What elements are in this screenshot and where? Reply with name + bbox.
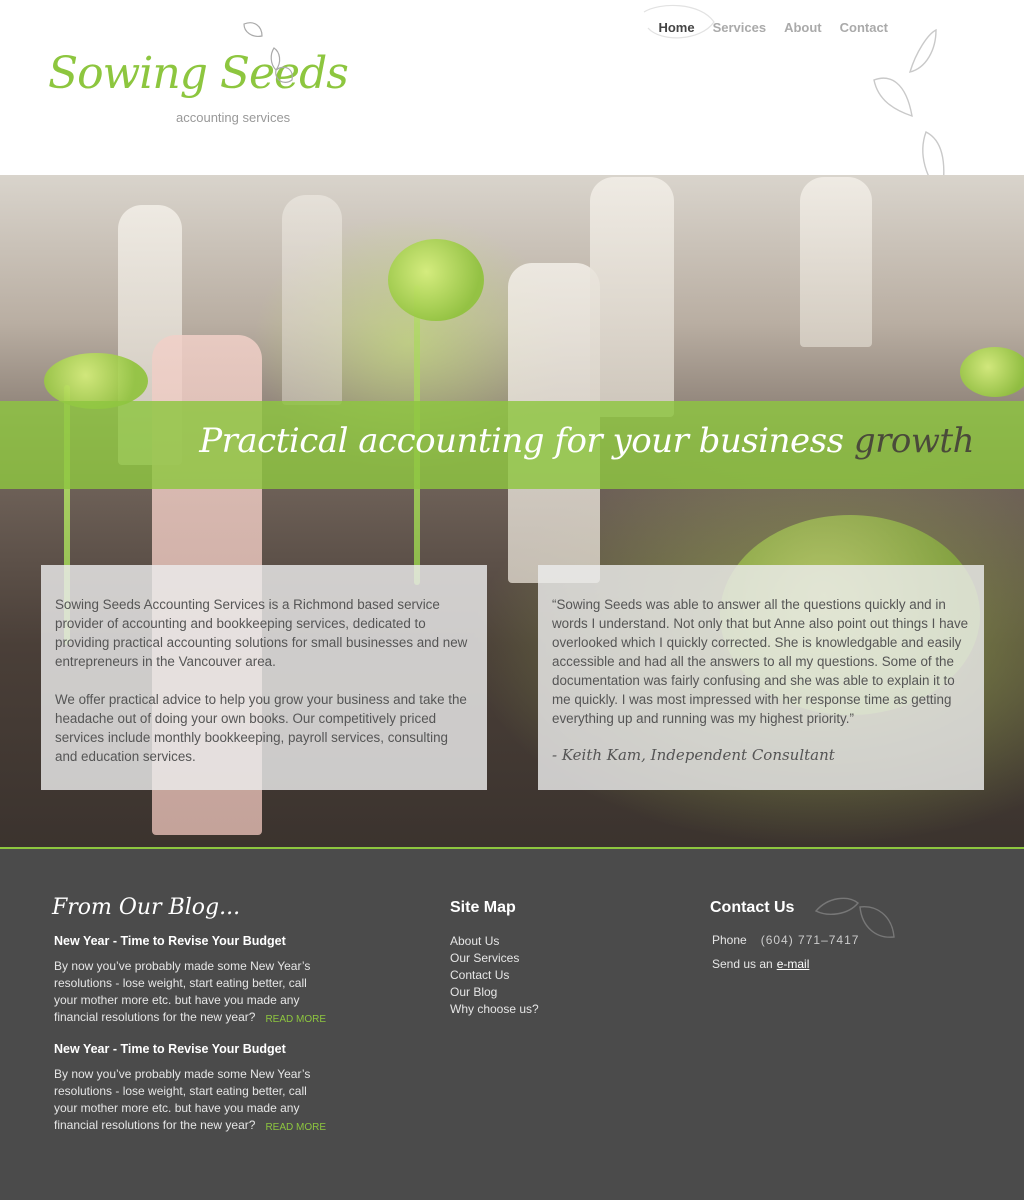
sprout: [388, 239, 484, 321]
email-link[interactable]: e-mail: [777, 957, 810, 971]
blog-post: New Year - Time to Revise Your Budget By…: [54, 1042, 326, 1134]
about-panel: Sowing Seeds Accounting Services is a Ri…: [41, 565, 487, 790]
sitemap-link-services[interactable]: Our Services: [450, 950, 539, 967]
blog-post-title[interactable]: New Year - Time to Revise Your Budget: [54, 1042, 326, 1056]
sitemap-link-about[interactable]: About Us: [450, 933, 539, 950]
contact-section: Contact Us Phone (604) 771–7417 Send us …: [710, 897, 930, 971]
about-paragraph: We offer practical advice to help you gr…: [55, 692, 467, 764]
read-more-link[interactable]: READ MORE: [265, 1122, 326, 1133]
testimonial-author: - Keith Kam, Independent Consultant: [552, 746, 835, 764]
sitemap-link-blog[interactable]: Our Blog: [450, 984, 539, 1001]
tagline-band: Practical accounting for your business g…: [0, 401, 1024, 489]
sitemap-link-contact[interactable]: Contact Us: [450, 967, 539, 984]
blog-section: From Our Blog... New Year - Time to Revi…: [52, 895, 326, 1134]
blog-post-title[interactable]: New Year - Time to Revise Your Budget: [54, 934, 326, 948]
leaves-icon: [814, 897, 895, 938]
hero-banner: Practical accounting for your business g…: [0, 175, 1024, 847]
email-prefix: Send us an: [712, 957, 773, 971]
sitemap-section: Site Map About Us Our Services Contact U…: [450, 899, 539, 1018]
read-more-link[interactable]: READ MORE: [265, 1014, 326, 1025]
testimonial-quote: “Sowing Seeds was able to answer all the…: [552, 597, 969, 726]
about-paragraph: Sowing Seeds Accounting Services is a Ri…: [55, 597, 468, 669]
logo-title: Sowing Seeds: [48, 48, 349, 99]
tagline-accent: growth: [853, 421, 975, 461]
email-row: Send us an e-mail: [710, 957, 930, 971]
site-footer: From Our Blog... New Year - Time to Revi…: [0, 847, 1024, 1200]
site-header: Sowing Seeds accounting services Home Se…: [0, 0, 1024, 396]
blog-heading: From Our Blog...: [52, 895, 241, 920]
logo[interactable]: Sowing Seeds accounting services: [48, 48, 349, 126]
plant-marker: [590, 177, 674, 417]
tagline: Practical accounting for your business g…: [199, 421, 974, 461]
sitemap-heading: Site Map: [450, 899, 516, 916]
nav-home[interactable]: Home: [658, 20, 694, 35]
tagline-main: Practical accounting for your business: [199, 421, 844, 461]
nav-about[interactable]: About: [784, 20, 822, 35]
main-nav: Home Services About Contact: [658, 20, 888, 35]
sitemap-list: About Us Our Services Contact Us Our Blo…: [450, 933, 539, 1018]
sitemap-link-why[interactable]: Why choose us?: [450, 1001, 539, 1018]
plant-marker: [800, 177, 872, 347]
nav-services[interactable]: Services: [713, 20, 767, 35]
leaf-icon: [243, 22, 293, 83]
plant-marker: [282, 195, 342, 405]
blog-post: New Year - Time to Revise Your Budget By…: [54, 934, 326, 1026]
sprout: [960, 347, 1024, 397]
phone-label: Phone: [712, 933, 747, 947]
logo-subtitle: accounting services: [176, 110, 291, 125]
testimonial-panel: “Sowing Seeds was able to answer all the…: [538, 565, 984, 790]
